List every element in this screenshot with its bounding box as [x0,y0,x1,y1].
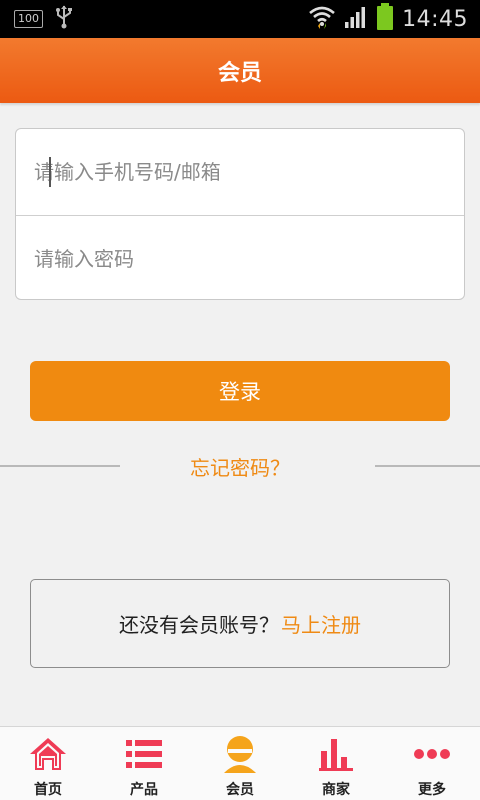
status-left: 100 [14,5,73,33]
home-icon [28,735,68,773]
nav-label-member: 会员 [226,782,254,798]
forgot-password-row: 忘记密码？ [0,450,480,482]
nav-label-home: 首页 [34,782,62,798]
member-icon [220,735,260,773]
login-button[interactable]: 登录 [30,361,450,421]
bottom-nav: 首页 产品 会员 商家 更多 [0,726,480,800]
more-dots-icon [412,735,452,773]
password-field-row[interactable] [16,215,464,301]
signal-icon [344,5,368,33]
nav-item-more[interactable]: 更多 [384,727,480,800]
nav-item-home[interactable]: 首页 [0,727,96,800]
login-form-card [15,128,465,300]
usb-icon [55,5,73,33]
register-link[interactable]: 马上注册 [281,609,361,638]
divider-right [375,465,480,467]
nav-item-merchants[interactable]: 商家 [288,727,384,800]
list-icon [124,735,164,773]
nav-label-more: 更多 [418,782,446,798]
status-right: 14:45 [308,3,468,35]
title-bar: 会员 [0,38,480,103]
phone-email-input[interactable] [34,160,434,184]
register-card: 还没有会员账号？ 马上注册 [30,579,450,668]
battery-icon [376,3,394,35]
phone-email-field-row[interactable] [16,129,464,215]
nav-label-products: 产品 [130,782,158,798]
status-bar: 100 14:45 [0,0,480,38]
register-prompt: 还没有会员账号？ [119,613,279,637]
nav-item-member[interactable]: 会员 [192,727,288,800]
battery-level-badge: 100 [14,10,43,28]
bar-chart-icon [316,735,356,773]
password-input[interactable] [34,246,434,271]
nav-item-products[interactable]: 产品 [96,727,192,800]
page-title: 会员 [217,60,262,86]
wifi-icon [308,4,336,34]
text-caret [49,157,51,187]
nav-label-merchants: 商家 [322,782,350,798]
status-clock: 14:45 [402,6,468,32]
